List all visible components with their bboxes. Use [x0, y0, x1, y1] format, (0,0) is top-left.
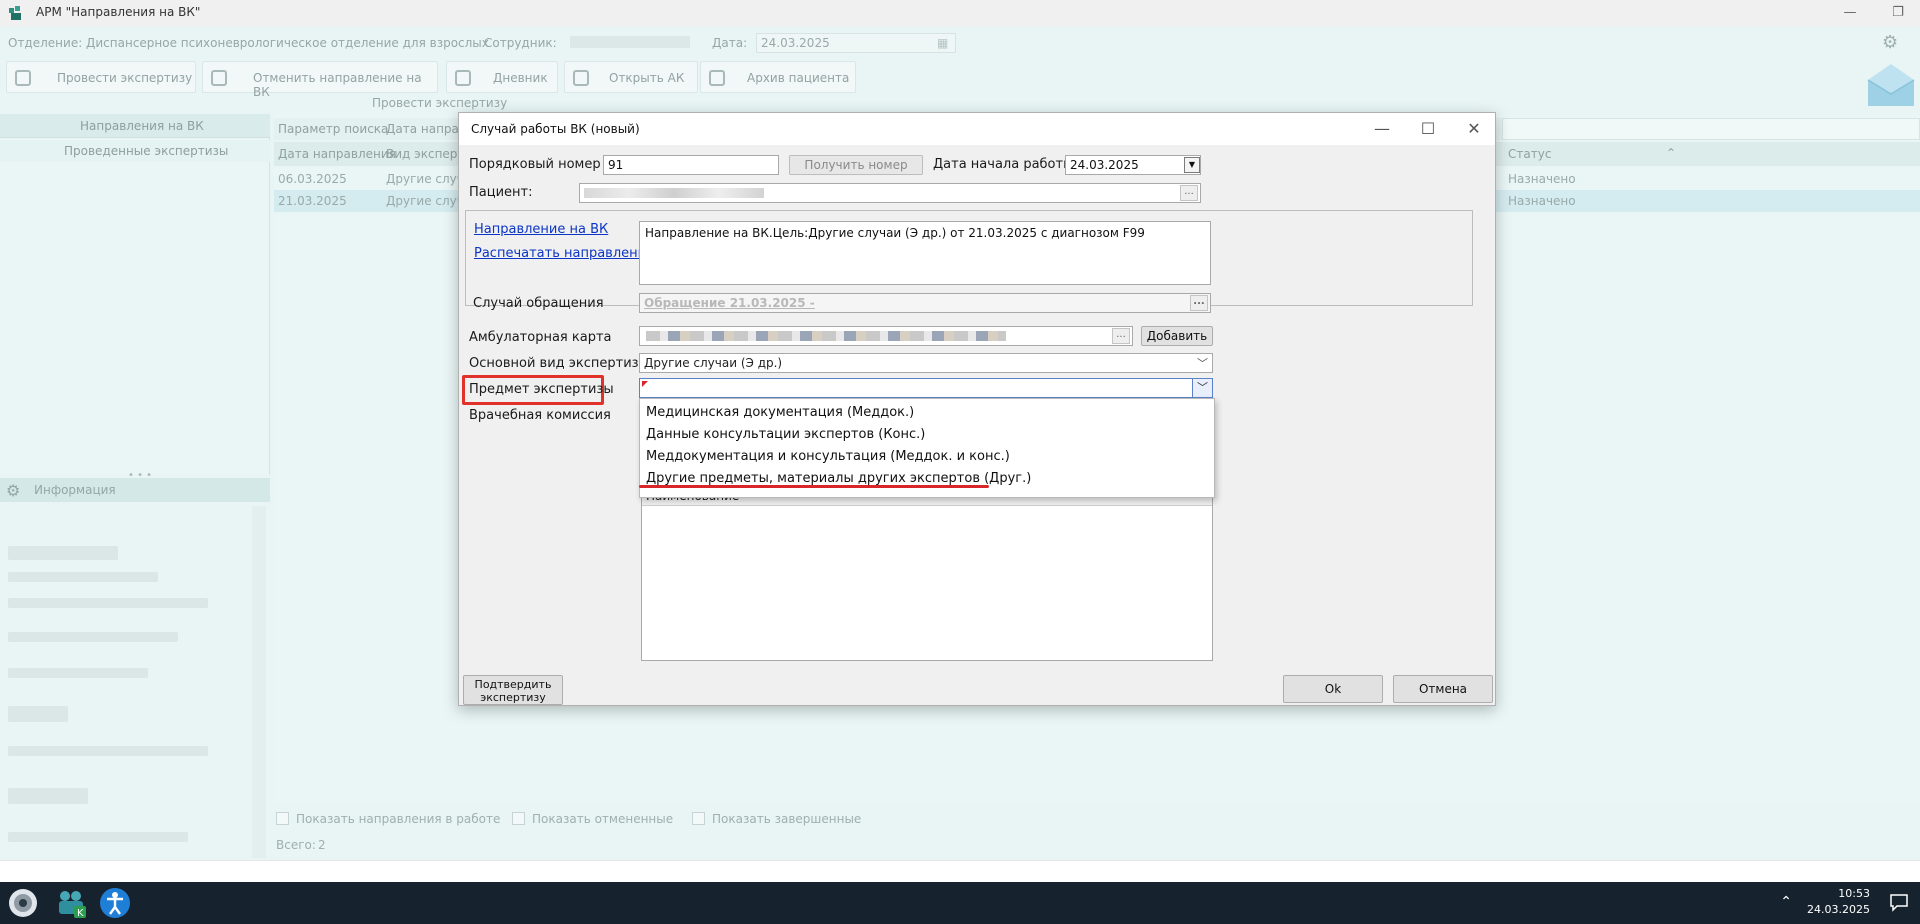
- subject-dropdown-list: Медицинская документация (Меддок.) Данны…: [639, 398, 1215, 498]
- settings-gear-icon[interactable]: ⚙: [1882, 32, 1902, 53]
- referral-textarea[interactable]: Направление на ВК.Цель:Другие случаи (Э …: [639, 221, 1211, 285]
- subject-option[interactable]: Меддокументация и консультация (Меддок. …: [640, 446, 1214, 468]
- diary-button[interactable]: Дневник: [446, 61, 558, 93]
- ok-button[interactable]: Ok: [1283, 675, 1383, 703]
- dialog-minimize-button[interactable]: —: [1371, 118, 1393, 140]
- amb-card-label: Амбулаторная карта: [469, 330, 612, 345]
- clock-date: 24.03.2025: [1807, 903, 1870, 916]
- main-type-select[interactable]: Другие случаи (Э др.) ﹀: [639, 353, 1213, 373]
- department-value: Диспансерное психоневрологическое отделе…: [86, 36, 489, 50]
- date-dropdown-arrow-icon[interactable]: ▼: [1184, 157, 1200, 173]
- patient-ellipsis-button[interactable]: ...: [1180, 185, 1198, 201]
- date-field[interactable]: 24.03.2025 ▦: [756, 33, 956, 53]
- patient-name-redacted: [584, 188, 764, 198]
- patient-archive-button[interactable]: Архив пациента: [700, 61, 856, 93]
- vk-app-icon[interactable]: K: [54, 886, 88, 920]
- date-value: 24.03.2025: [761, 36, 830, 50]
- notifications-icon[interactable]: [1888, 891, 1910, 913]
- subject-select[interactable]: ﹀: [639, 378, 1213, 398]
- people-search-icon: [15, 70, 31, 86]
- completed-expertises-item[interactable]: Проведенные экспертизы: [0, 140, 270, 162]
- notebook-icon: [455, 70, 471, 86]
- show-cancelled-checkbox[interactable]: [512, 812, 525, 825]
- employee-label: Сотрудник:: [484, 36, 557, 50]
- chevron-down-icon[interactable]: ﹀: [1192, 379, 1212, 397]
- grid-options: Показать направления в работе Показать о…: [276, 812, 862, 852]
- order-number-input[interactable]: 91: [603, 155, 779, 175]
- get-number-button[interactable]: Получить номер: [789, 155, 923, 175]
- main-type-label: Основной вид экспертизы: [469, 356, 649, 371]
- department-label: Отделение:: [8, 36, 83, 50]
- patient-archive-icon: [709, 70, 725, 86]
- clock[interactable]: 10:53 24.03.2025: [1807, 886, 1870, 918]
- info-panel-body: [0, 502, 266, 858]
- window-title: АРМ "Направления на ВК": [36, 5, 201, 19]
- col-status[interactable]: Статус: [1508, 147, 1551, 161]
- show-in-work-checkbox[interactable]: [276, 812, 289, 825]
- patient-input[interactable]: ...: [579, 183, 1201, 203]
- referral-link[interactable]: Направление на ВК: [474, 222, 608, 237]
- dialog-title: Случай работы ВК (новый): [471, 122, 640, 136]
- taskbar: K ⌃ 10:53 24.03.2025: [0, 882, 1920, 924]
- info-gear-icon[interactable]: ⚙: [6, 481, 20, 500]
- window-titlebar: АРМ "Направления на ВК" — ❐: [0, 0, 1920, 26]
- total-label: Всего:: [276, 838, 316, 852]
- print-referral-link[interactable]: Распечатать направление: [474, 246, 654, 261]
- amb-card-input[interactable]: ...: [639, 326, 1133, 346]
- left-panel: [0, 114, 270, 474]
- restore-button[interactable]: ❐: [1888, 3, 1908, 23]
- option-underline-annotation: [639, 485, 989, 488]
- dialog-close-button[interactable]: ✕: [1463, 118, 1485, 140]
- total-value: 2: [318, 838, 326, 852]
- calendar-icon[interactable]: ▦: [937, 36, 948, 50]
- subject-option[interactable]: Медицинская документация (Меддок.): [640, 402, 1214, 424]
- date-label: Дата:: [712, 36, 748, 50]
- commission-table: Наименование: [641, 485, 1213, 661]
- confirm-expertise-button[interactable]: Подтвердить экспертизу: [463, 675, 563, 705]
- vk-case-dialog: Случай работы ВК (новый) — ☐ ✕ Порядковы…: [458, 112, 1496, 706]
- order-number-label: Порядковый номер: [469, 157, 601, 172]
- show-completed-checkbox[interactable]: [692, 812, 705, 825]
- clock-time: 10:53: [1838, 887, 1870, 900]
- accessibility-icon[interactable]: [98, 886, 132, 920]
- commission-label: Врачебная комиссия: [469, 408, 611, 423]
- dialog-maximize-button[interactable]: ☐: [1417, 118, 1439, 140]
- subject-option[interactable]: Данные консультации экспертов (Конс.): [640, 424, 1214, 446]
- employee-value-redacted: [570, 36, 690, 48]
- status-strip: [0, 860, 1920, 882]
- toolbar-group-caption: Провести экспертизу: [372, 96, 508, 110]
- conduct-expertise-button[interactable]: Провести экспертизу: [6, 61, 196, 93]
- required-marker-icon: [642, 381, 648, 387]
- case-input[interactable]: Обращение 21.03.2025 - ...: [639, 293, 1211, 313]
- cancel-button[interactable]: Отмена: [1393, 675, 1493, 703]
- svg-text:K: K: [77, 908, 84, 919]
- open-ak-button[interactable]: Открыть АК: [564, 61, 698, 93]
- tray-expand-icon[interactable]: ⌃: [1780, 894, 1792, 910]
- patient-label: Пациент:: [469, 185, 533, 200]
- search-input[interactable]: [1502, 118, 1920, 140]
- start-date-label: Дата начала работы: [933, 157, 1074, 172]
- sort-asc-icon: ⌃: [1666, 146, 1677, 160]
- info-scrollbar[interactable]: [252, 506, 266, 858]
- start-menu-icon[interactable]: [6, 886, 40, 920]
- start-date-input[interactable]: 24.03.2025 ▼: [1065, 155, 1201, 175]
- minimize-button[interactable]: —: [1840, 3, 1860, 23]
- dialog-titlebar: Случай работы ВК (новый) — ☐ ✕: [459, 113, 1495, 145]
- header-info-row: Отделение: Диспансерное психоневрологиче…: [0, 27, 1920, 57]
- archive-box-icon: [573, 70, 589, 86]
- people-cancel-icon: [211, 70, 227, 86]
- mail-envelope-icon[interactable]: [1866, 62, 1916, 108]
- amb-card-redacted: [646, 331, 1006, 341]
- referrals-tab[interactable]: Направления на ВК: [0, 114, 270, 138]
- subject-label: Предмет экспертизы: [469, 382, 614, 397]
- info-panel-header: ⚙ Информация: [0, 478, 270, 502]
- case-label: Случай обращения: [473, 296, 604, 311]
- col-date[interactable]: Дата направления: [278, 147, 396, 161]
- case-ellipsis-button[interactable]: ...: [1190, 295, 1208, 311]
- app-icon: [9, 6, 21, 20]
- chevron-down-icon: ﹀: [1197, 357, 1208, 370]
- add-button[interactable]: Добавить: [1141, 326, 1213, 346]
- amb-card-ellipsis-button[interactable]: ...: [1112, 328, 1130, 344]
- cancel-referral-button[interactable]: Отменить направление на ВК: [202, 61, 438, 99]
